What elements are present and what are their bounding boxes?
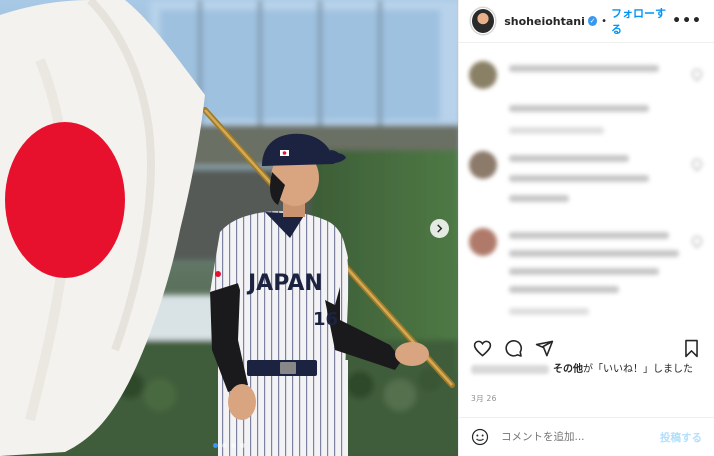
- verified-badge-icon: ✓: [587, 16, 598, 26]
- post-comment-button[interactable]: 投稿する: [660, 430, 702, 445]
- comment-icon: [504, 339, 522, 357]
- carousel-dots: [0, 443, 458, 448]
- separator: •: [601, 15, 608, 27]
- avatar: [469, 61, 497, 89]
- post-side-panel: shoheiohtani ✓ • フォローする ••• その他が「いいね！」しま…: [458, 0, 714, 456]
- share-button[interactable]: [533, 337, 555, 359]
- instagram-post: JAPAN 16 shoheiohtani ✓ • フォローする ••• その他…: [0, 0, 714, 456]
- carousel-dot: [222, 443, 227, 448]
- like-button[interactable]: [471, 337, 493, 359]
- avatar[interactable]: [471, 8, 496, 34]
- carousel-dot: [231, 443, 236, 448]
- list-item: [469, 151, 705, 226]
- carousel-dot: [213, 443, 218, 448]
- comment-heart-icon: [689, 66, 705, 82]
- post-date[interactable]: 3月 26: [471, 393, 497, 404]
- post-header: shoheiohtani ✓ • フォローする •••: [459, 0, 714, 43]
- save-button[interactable]: [680, 337, 702, 359]
- photo-illustration: JAPAN 16: [0, 0, 458, 456]
- follow-button[interactable]: フォローする: [611, 5, 672, 37]
- carousel-next-button[interactable]: [430, 219, 449, 238]
- comment-heart-icon: [689, 156, 705, 172]
- likes-summary: その他が「いいね！」しました: [471, 362, 700, 377]
- post-actions: [471, 336, 702, 360]
- avatar: [469, 228, 497, 256]
- list-item: [469, 228, 705, 323]
- post-photo[interactable]: JAPAN 16: [0, 0, 458, 456]
- share-icon: [535, 340, 553, 356]
- jersey-number: 16: [313, 309, 338, 330]
- chevron-right-icon: [437, 224, 443, 233]
- jersey-text: JAPAN: [246, 271, 323, 296]
- comment-button[interactable]: [502, 337, 524, 359]
- bookmark-icon: [684, 339, 698, 357]
- heart-icon: [473, 340, 491, 357]
- add-comment-bar: 投稿する: [459, 417, 714, 456]
- more-options-icon[interactable]: •••: [672, 13, 702, 29]
- comment-heart-icon: [689, 233, 705, 249]
- blurred-username[interactable]: [471, 364, 549, 374]
- likes-suffix: が「いいね！」しました: [583, 364, 693, 375]
- likes-others-link[interactable]: その他: [553, 364, 583, 375]
- comments-list[interactable]: [459, 43, 714, 330]
- avatar: [469, 151, 497, 179]
- carousel-dot: [240, 443, 245, 448]
- emoji-icon[interactable]: [471, 428, 489, 446]
- comment-input[interactable]: [499, 430, 653, 444]
- username[interactable]: shoheiohtani: [504, 15, 585, 28]
- list-item: [469, 61, 705, 141]
